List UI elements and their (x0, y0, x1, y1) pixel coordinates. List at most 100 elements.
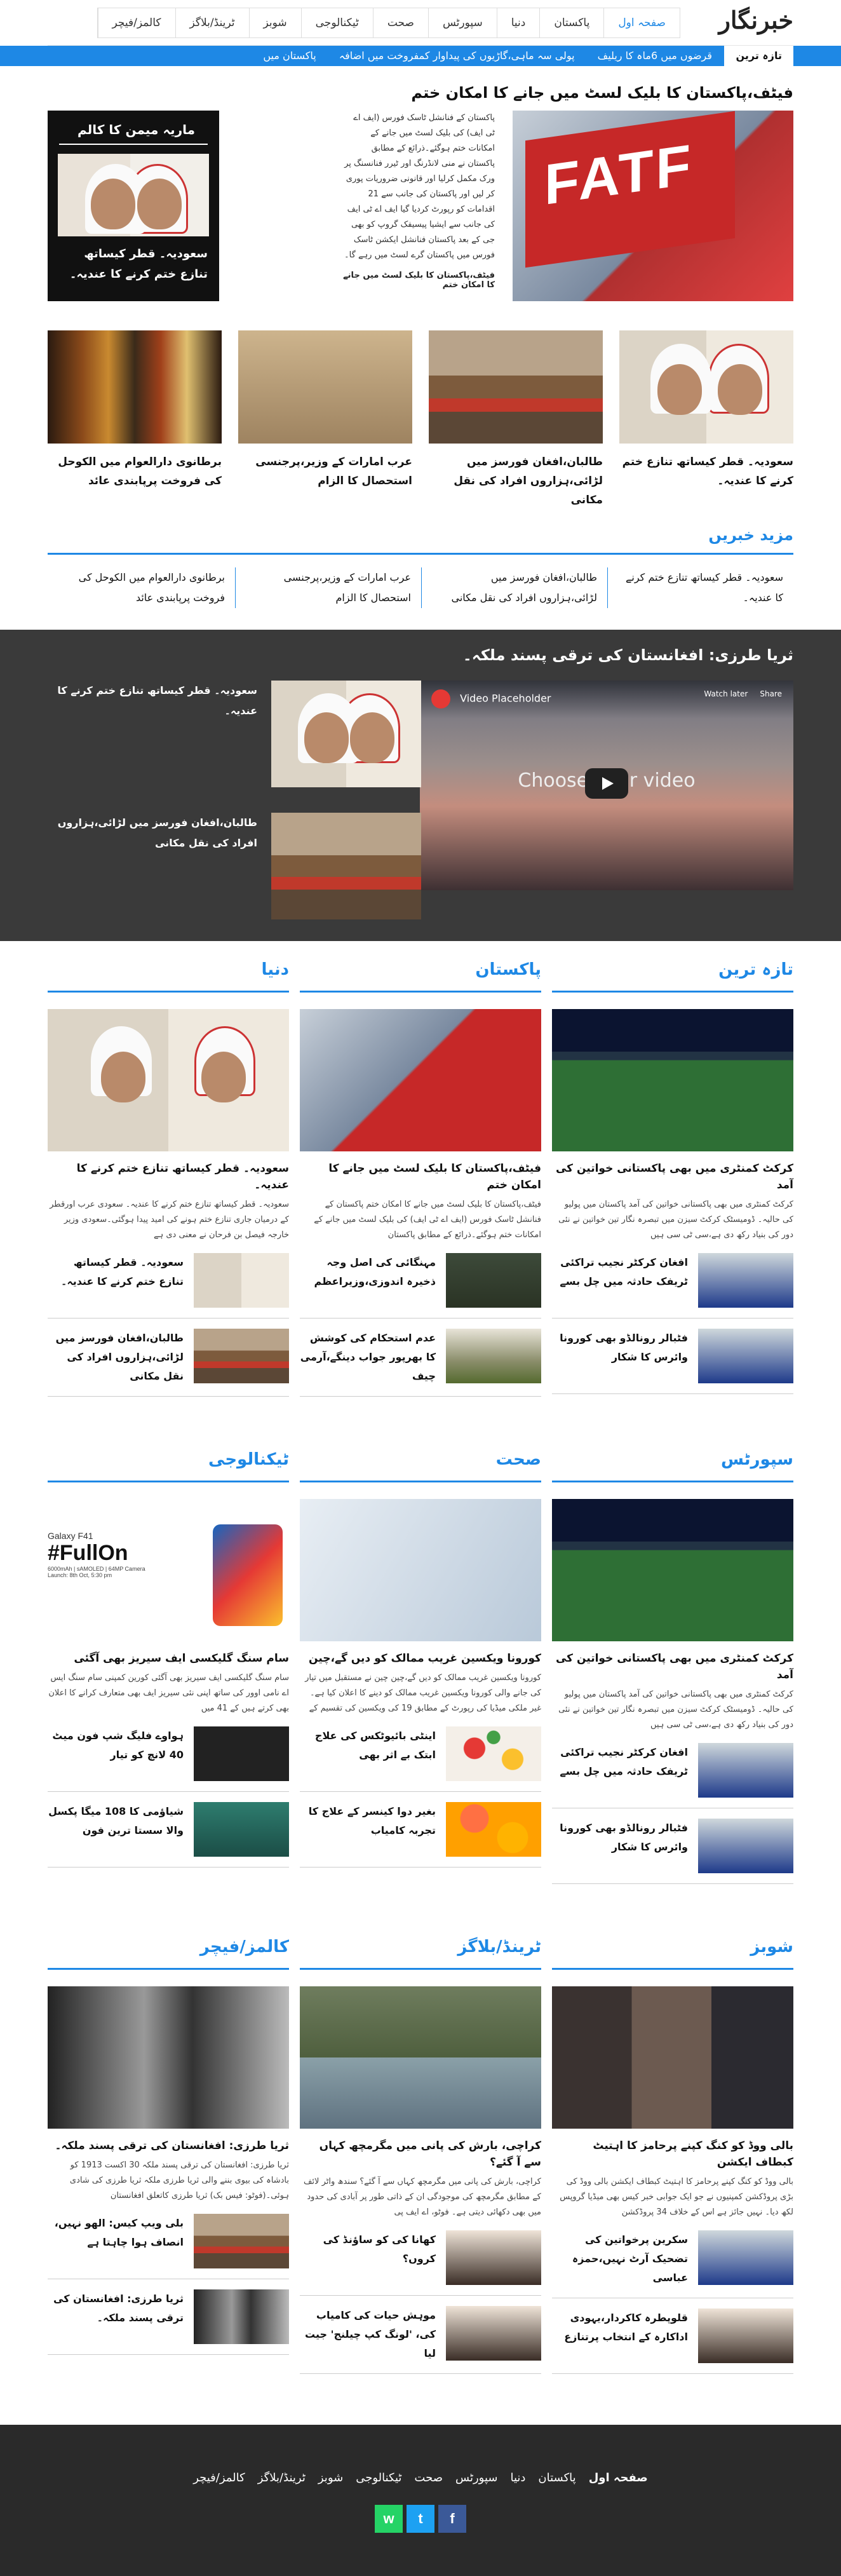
section-heading[interactable]: دنیا (48, 960, 289, 993)
list-item-title[interactable]: شیاؤمی کا 108 میگا پکسل والا سستا ترین ف… (48, 1802, 194, 1857)
footer-nav-item[interactable]: کالمز/فیچر (187, 2465, 252, 2491)
footer-nav-item[interactable]: دنیا (504, 2465, 532, 2491)
video-side-item[interactable]: سعودیہ۔ قطر کیساتھ تنازع ختم کرنے کا عند… (48, 681, 421, 787)
site-logo[interactable]: خبرنگار (719, 6, 793, 34)
list-item-title[interactable]: فٹبالر رونالڈو بھی کورونا وائرس کا شکار (552, 1329, 698, 1383)
section-headline[interactable]: کراچی، بارش کی پانی میں مگرمچھ کہاں سے آ… (300, 2138, 541, 2171)
list-item-title[interactable]: افغان کرکٹر نجیب تراکئی ٹریفک حادثہ میں … (552, 1253, 698, 1308)
section-headline[interactable]: فیٹف،پاکستان کا بلیک لسٹ میں جانے کا امک… (300, 1160, 541, 1193)
side-title[interactable]: سعودیہ۔ قطر کیساتھ تنازع ختم کرنے کا عند… (48, 681, 271, 787)
list-item-title[interactable]: عدم استحکام کی کوشش کا بھرپور جواب دینگے… (300, 1329, 446, 1386)
list-item[interactable]: عدم استحکام کی کوشش کا بھرپور جواب دینگے… (300, 1319, 541, 1397)
list-item[interactable]: شیاؤمی کا 108 میگا پکسل والا سستا ترین ف… (48, 1792, 289, 1868)
whatsapp-icon[interactable]: w (375, 2505, 403, 2533)
section-heading[interactable]: صحت (300, 1450, 541, 1482)
card-title[interactable]: عرب امارات کے وزیر،پرجنسی استحصال کا الز… (238, 452, 412, 491)
nav-showbiz[interactable]: شوبز (248, 8, 301, 37)
list-item-title[interactable]: ثریا طرزی: افغانستان کی ترقی پسند ملکہ۔ (48, 2289, 194, 2344)
news-card[interactable]: برطانوی دارالعوام میں الکوحل کی فروخت پر… (48, 330, 222, 510)
list-item-title[interactable]: ہواوے فلیگ شپ فون میٹ 40 لانچ کو تیار (48, 1726, 194, 1781)
video-title[interactable]: ثریا طرزی: افغانستان کی ترقی پسند ملکہ۔ (48, 630, 793, 664)
play-icon[interactable] (585, 768, 628, 799)
nav-pakistan[interactable]: پاکستان (539, 8, 603, 37)
card-title[interactable]: سعودیہ۔ قطر کیساتھ تنازع ختم کرنے کا عند… (619, 452, 793, 491)
list-item-title[interactable]: مہنگائی کی اصل وجہ ذخیرہ اندوزی،وزیراعظم (300, 1253, 446, 1308)
footer-nav-item[interactable]: ٹیکنالوجی (349, 2465, 408, 2491)
section-heading[interactable]: ٹیکنالوجی (48, 1450, 289, 1482)
section-image[interactable]: Galaxy F41 #FullOn 6000mAh | sAMOLED | 6… (48, 1499, 289, 1641)
section-image[interactable] (300, 1009, 541, 1151)
nav-health[interactable]: صحت (372, 8, 428, 37)
section-image[interactable] (48, 1009, 289, 1151)
section-headline[interactable]: کورونا ویکسین غریب ممالک کو دیں گے،چین (300, 1650, 541, 1667)
section-headline[interactable]: سعودیہ۔ قطر کیساتھ تنازع ختم کرنے کا عند… (48, 1160, 289, 1193)
list-item[interactable]: افغان کرکٹر نجیب تراکئی ٹریفک حادثہ میں … (552, 1243, 793, 1319)
nav-world[interactable]: دنیا (496, 8, 540, 37)
nav-sports[interactable]: سپورٹس (427, 8, 497, 37)
section-image[interactable] (300, 1986, 541, 2129)
ticker-item[interactable]: پولی سہ ماہی،گاڑیوں کی پیداوار کمفروخت م… (328, 46, 586, 66)
footer-nav-item[interactable]: ٹرینڈ/بلاگز (252, 2465, 312, 2491)
list-item-title[interactable]: سعودیہ۔ قطر کیساتھ تنازع ختم کرنے کا عند… (48, 1253, 194, 1308)
news-card[interactable]: عرب امارات کے وزیر،پرجنسی استحصال کا الز… (238, 330, 412, 510)
list-item[interactable]: کھانا کی کو ساؤنڈ کی کروں؟ (300, 2220, 541, 2296)
list-item[interactable]: طالبان،افغان فورسز میں لڑائی،ہزاروں افرا… (48, 1319, 289, 1397)
section-headline[interactable]: سام سنگ گلیکسی ایف سیریز بھی آگئی (48, 1650, 289, 1667)
list-item[interactable]: ہواوے فلیگ شپ فون میٹ 40 لانچ کو تیار (48, 1716, 289, 1792)
facebook-icon[interactable]: f (438, 2505, 466, 2533)
list-item[interactable]: اینٹی بائیوٹکس کی علاج ابتک بے اثر بھی (300, 1716, 541, 1792)
nav-home[interactable]: صفحہ اول (603, 8, 680, 37)
column-box[interactable]: ماریہ میمن کا کالم سعودیہ۔ قطر کیساتھ تن… (48, 111, 219, 301)
list-item[interactable]: بلی ویپ کیس: الھو نہیں، انصاف ہوا چاہتا … (48, 2204, 289, 2279)
video-side-item[interactable]: طالبان،افغان فورسز میں لڑائی،ہزاروں افرا… (48, 813, 421, 919)
list-item[interactable]: بغیر دوا کینسر کے علاج کا تجربہ کامیاب (300, 1792, 541, 1868)
section-image[interactable] (552, 1499, 793, 1641)
list-item-title[interactable]: طالبان،افغان فورسز میں لڑائی،ہزاروں افرا… (48, 1329, 194, 1386)
list-item[interactable]: فٹبالر رونالڈو بھی کورونا وائرس کا شکار (552, 1319, 793, 1394)
section-image[interactable] (552, 1986, 793, 2129)
side-title[interactable]: طالبان،افغان فورسز میں لڑائی،ہزاروں افرا… (48, 813, 271, 919)
footer-nav-item[interactable]: سپورٹس (449, 2465, 504, 2491)
section-headline[interactable]: ثریا طرزی: افغانستان کی ترقی پسند ملکہ۔ (48, 2138, 289, 2154)
nav-technology[interactable]: ٹیکنالوجی (300, 8, 373, 37)
section-headline[interactable]: کرکٹ کمنٹری میں بھی پاکستانی خواتین کی آ… (552, 1160, 793, 1193)
more-news-item[interactable]: برطانوی دارالعوام میں الکوحل کی فروخت پر… (49, 567, 235, 608)
video-player[interactable]: Video Placeholder Watch later Share Choo… (420, 681, 793, 890)
list-item[interactable]: افغان کرکٹر نجیب تراکئی ٹریفک حادثہ میں … (552, 1733, 793, 1808)
hero-headline[interactable]: فیٹف،پاکستان کا بلیک لسٹ میں جانے کا امک… (411, 84, 793, 102)
footer-nav-item[interactable]: صحت (408, 2465, 449, 2491)
hero-read-more-link[interactable]: فیٹف،پاکستان کا بلیک لسٹ میں جانے کا امک… (342, 271, 495, 290)
card-title[interactable]: طالبان،افغان فورسز میں لڑائی،ہزاروں افرا… (429, 452, 603, 510)
list-item-title[interactable]: قلوپطرہ کاکردار،یہودی اداکارہ کے انتخاب … (552, 2308, 698, 2363)
section-headline[interactable]: بالی ووڈ کو کنگ کپنے پرحامز کا اہتیٹ کبط… (552, 2138, 793, 2171)
ticker-item[interactable]: قرضوں میں 6ماہ کا ریلیف (586, 46, 723, 66)
section-heading[interactable]: کالمز/فیچر (48, 1937, 289, 1970)
section-image[interactable] (48, 1986, 289, 2129)
twitter-icon[interactable]: t (407, 2505, 434, 2533)
column-headline[interactable]: سعودیہ۔ قطر کیساتھ تنازع ختم کرنے کا عند… (48, 236, 219, 292)
more-news-item[interactable]: سعودیہ۔ قطر کیساتھ تنازع ختم کرنے کا عند… (607, 567, 793, 608)
list-item-title[interactable]: بغیر دوا کینسر کے علاج کا تجربہ کامیاب (300, 1802, 446, 1857)
nav-columns-features[interactable]: کالمز/فیچر (97, 8, 175, 37)
list-item-title[interactable]: کھانا کی کو ساؤنڈ کی کروں؟ (300, 2230, 446, 2285)
list-item[interactable]: مہنگائی کی اصل وجہ ذخیرہ اندوزی،وزیراعظم (300, 1243, 541, 1319)
section-heading[interactable]: تازہ ترین (552, 960, 793, 993)
list-item[interactable]: موہش حیات کی کامیاب کی، 'لونگ کپ چیلنج' … (300, 2296, 541, 2374)
ticker-item[interactable]: پاکستان میں (252, 46, 327, 66)
news-card[interactable]: سعودیہ۔ قطر کیساتھ تنازع ختم کرنے کا عند… (619, 330, 793, 510)
section-heading[interactable]: ٹرینڈ/بلاگز (300, 1937, 541, 1970)
more-news-item[interactable]: طالبان،افغان فورسز میں لڑائی،ہزاروں افرا… (421, 567, 607, 608)
list-item-title[interactable]: افغان کرکٹر نجیب تراکئی ٹریفک حادثہ میں … (552, 1743, 698, 1798)
section-image[interactable] (300, 1499, 541, 1641)
list-item-title[interactable]: سکرین پرخواتین کی تضحیک آرٹ نہیں،حمزہ عب… (552, 2230, 698, 2288)
more-news-item[interactable]: عرب امارات کے وزیر،پرجنسی استحصال کا الز… (235, 567, 421, 608)
card-title[interactable]: برطانوی دارالعوام میں الکوحل کی فروخت پر… (48, 452, 222, 491)
list-item-title[interactable]: فٹبالر رونالڈو بھی کورونا وائرس کا شکار (552, 1819, 698, 1873)
footer-nav-item[interactable]: پاکستان (532, 2465, 582, 2491)
nav-trends-blogs[interactable]: ٹرینڈ/بلاگز (175, 8, 249, 37)
list-item-title[interactable]: بلی ویپ کیس: الھو نہیں، انصاف ہوا چاہتا … (48, 2214, 194, 2268)
footer-nav-item[interactable]: شوبز (312, 2465, 349, 2491)
list-item[interactable]: قلوپطرہ کاکردار،یہودی اداکارہ کے انتخاب … (552, 2298, 793, 2374)
list-item-title[interactable]: اینٹی بائیوٹکس کی علاج ابتک بے اثر بھی (300, 1726, 446, 1781)
list-item-title[interactable]: موہش حیات کی کامیاب کی، 'لونگ کپ چیلنج' … (300, 2306, 446, 2363)
